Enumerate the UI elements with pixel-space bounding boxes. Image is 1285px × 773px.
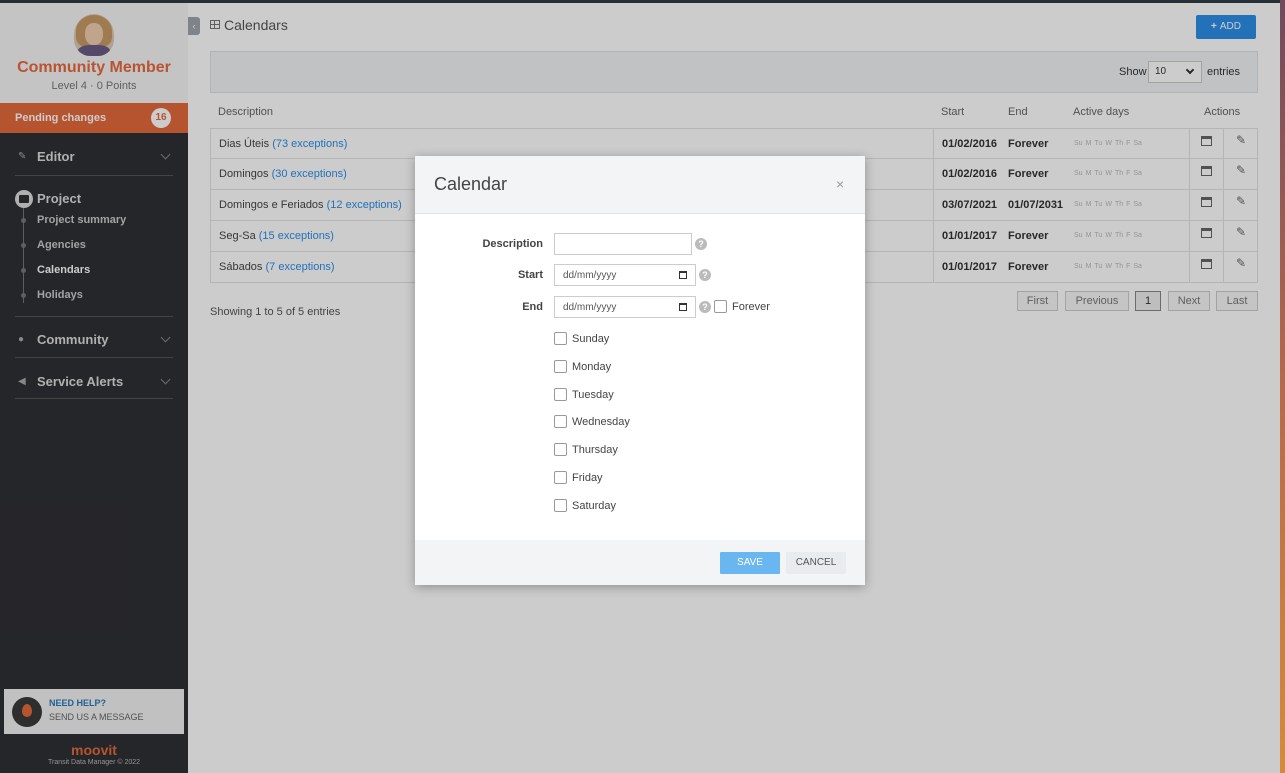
weekday-checkbox[interactable] [554,387,567,401]
window-edge [1280,0,1285,773]
calendar-icon[interactable] [679,303,687,311]
close-icon[interactable]: × [836,176,844,192]
start-date-placeholder: dd/mm/yyyy [563,270,617,281]
weekday-checkbox[interactable] [554,443,567,457]
dialog-title: Calendar [434,174,508,194]
cancel-button[interactable]: CANCEL [786,552,846,574]
dialog-header: Calendar × [415,156,865,214]
forever-checkbox[interactable] [714,300,727,313]
description-label: Description [482,238,543,250]
weekday-checkbox[interactable] [554,415,567,429]
weekday-label: Saturday [572,499,617,512]
weekday-label: Wednesday [572,416,630,429]
end-label: End [522,301,543,313]
weekday-label: Friday [572,472,603,484]
help-icon[interactable]: ? [695,238,707,250]
start-label: Start [517,269,543,281]
end-date-placeholder: dd/mm/yyyy [563,302,617,313]
weekday-label: Monday [572,360,612,373]
weekday-label: Tuesday [572,388,614,401]
weekday-checkbox[interactable] [554,498,567,512]
start-date-field[interactable]: dd/mm/yyyy [554,264,696,286]
forever-label: Forever [732,301,770,313]
help-icon[interactable]: ? [699,301,711,313]
calendar-dialog: Calendar × Description ? Start dd/mm/yyy… [415,156,865,585]
description-field[interactable] [554,233,692,255]
weekday-label: Thursday [572,444,618,457]
dialog-footer: SAVE CANCEL [415,540,865,585]
weekday-checkbox[interactable] [554,359,567,373]
help-icon[interactable]: ? [699,269,711,281]
calendar-icon[interactable] [679,271,687,279]
end-date-field[interactable]: dd/mm/yyyy [554,296,696,318]
weekday-checkbox[interactable] [554,471,567,484]
weekday-label: Sunday [572,333,610,345]
save-button[interactable]: SAVE [720,552,780,574]
weekday-checkbox[interactable] [554,332,567,345]
